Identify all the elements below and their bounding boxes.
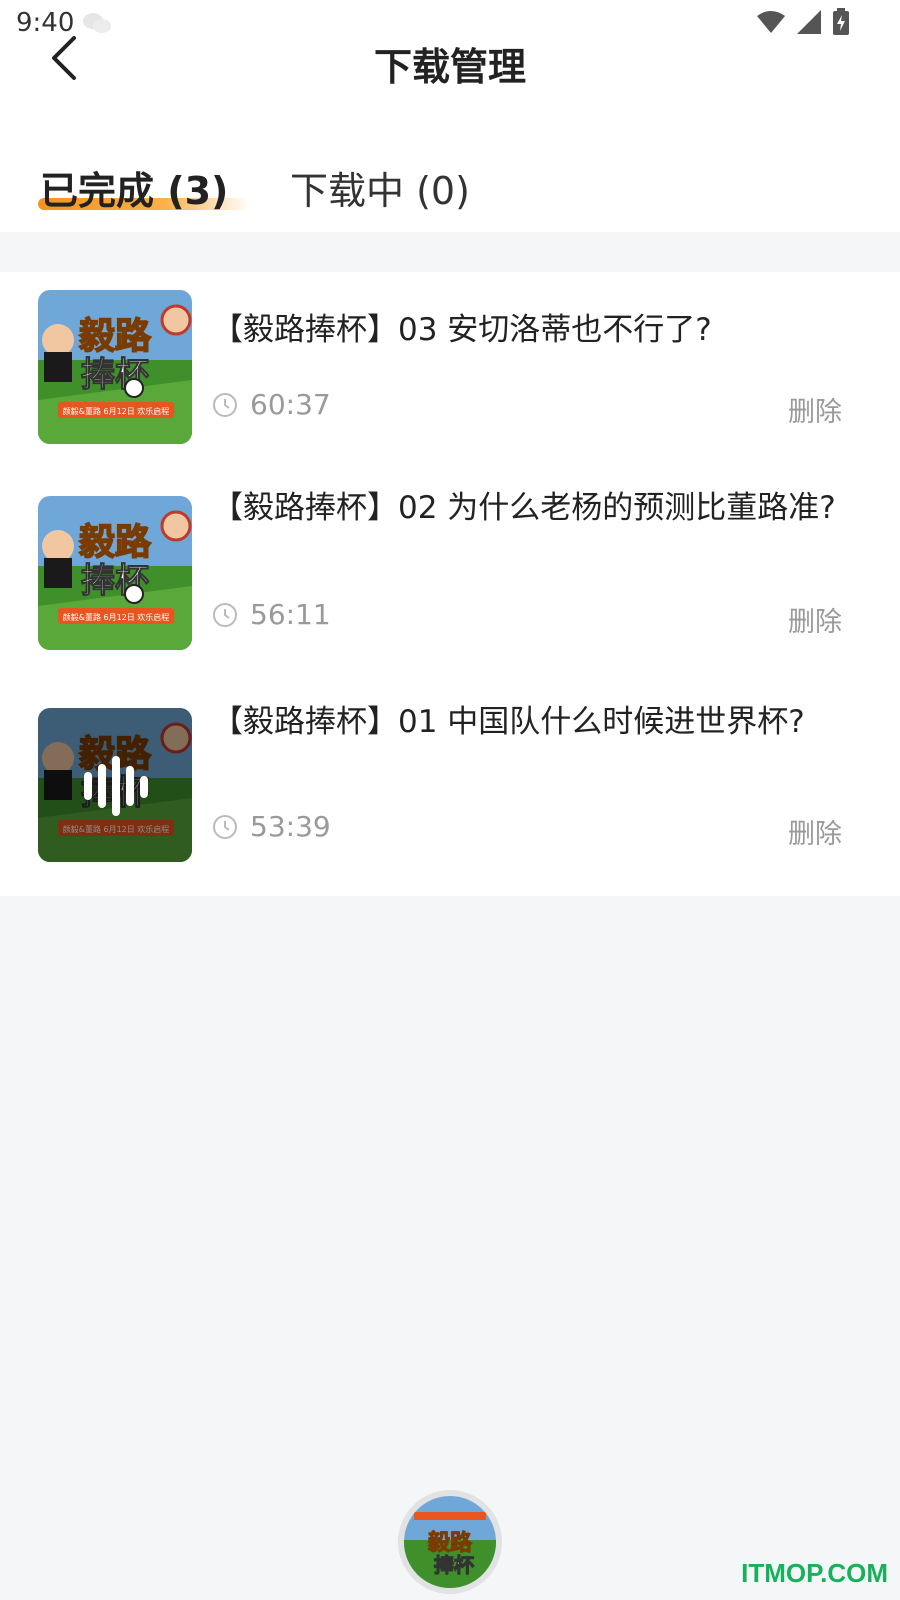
cover-art: 毅路 捧杯 颜毅&董路 6月12日 欢乐启程 bbox=[38, 708, 192, 862]
episode-title: 【毅路捧杯】02 为什么老杨的预测比董路准? bbox=[212, 490, 836, 526]
episode-title: 【毅路捧杯】03 安切洛蒂也不行了? bbox=[212, 312, 712, 348]
duration: 56:11 bbox=[212, 598, 331, 631]
duration: 53:39 bbox=[212, 810, 331, 843]
wechat-notification-icon bbox=[83, 13, 111, 33]
wifi-icon bbox=[757, 11, 785, 33]
status-icons bbox=[756, 8, 850, 36]
cover-banner: 颜毅&董路 6月12日 欢乐启程 bbox=[63, 406, 170, 416]
page-title: 下载管理 bbox=[373, 45, 526, 89]
duration-text: 53:39 bbox=[250, 810, 331, 843]
duration: 60:37 bbox=[212, 388, 331, 421]
cover-art: 毅路 捧杯 颜毅&董路 6月12日 欢乐启程 bbox=[38, 290, 192, 444]
download-list: 毅路 捧杯 颜毅&董路 6月12日 欢乐启程 【毅路捧杯】03 安切洛蒂也不行了… bbox=[0, 272, 900, 896]
mini-player-cover: 毅路 捧杯 bbox=[404, 1496, 496, 1588]
delete-button[interactable]: 删除 bbox=[788, 812, 842, 851]
mini-player-button[interactable]: 毅路 捧杯 bbox=[398, 1490, 502, 1594]
cell-signal-icon bbox=[797, 10, 821, 34]
cover-title-line1: 毅路 bbox=[79, 521, 152, 563]
episode-title: 【毅路捧杯】01 中国队什么时候进世界杯? bbox=[212, 704, 805, 740]
header: 9:40 下载管理 已完成 (3) 下载中 (0) bbox=[0, 0, 900, 232]
list-item[interactable]: 毅路 捧杯 颜毅&董路 6月12日 欢乐启程 【毅路捧杯】02 为什么老杨的预测… bbox=[0, 490, 900, 686]
clock-icon bbox=[213, 392, 237, 417]
clock-icon bbox=[213, 814, 237, 839]
delete-button[interactable]: 删除 bbox=[788, 390, 842, 429]
episode-cover: 毅路 捧杯 颜毅&董路 6月12日 欢乐启程 bbox=[38, 290, 192, 444]
tab-completed[interactable]: 已完成 (3) bbox=[40, 160, 228, 215]
cover-title-line1: 毅路 bbox=[79, 315, 152, 357]
list-item[interactable]: 毅路 捧杯 颜毅&董路 6月12日 欢乐启程 【毅路捧杯】01 中国队什么时候进… bbox=[0, 704, 900, 898]
battery-icon bbox=[833, 8, 849, 35]
mini-player-art: 毅路 捧杯 bbox=[404, 1496, 496, 1588]
cover-art: 毅路 捧杯 颜毅&董路 6月12日 欢乐启程 bbox=[38, 496, 192, 650]
mini-cover-line2: 捧杯 bbox=[434, 1553, 474, 1577]
episode-cover: 毅路 捧杯 颜毅&董路 6月12日 欢乐启程 bbox=[38, 496, 192, 650]
list-item[interactable]: 毅路 捧杯 颜毅&董路 6月12日 欢乐启程 【毅路捧杯】03 安切洛蒂也不行了… bbox=[0, 290, 900, 480]
tab-downloading[interactable]: 下载中 (0) bbox=[290, 160, 470, 215]
cover-banner: 颜毅&董路 6月12日 欢乐启程 bbox=[63, 612, 170, 622]
watermark: ITMOP.COM bbox=[741, 1558, 888, 1588]
episode-cover: 毅路 捧杯 颜毅&董路 6月12日 欢乐启程 bbox=[38, 708, 192, 862]
duration-text: 56:11 bbox=[250, 598, 331, 631]
duration-text: 60:37 bbox=[250, 388, 331, 421]
delete-button[interactable]: 删除 bbox=[788, 600, 842, 639]
clock-icon bbox=[213, 602, 237, 627]
